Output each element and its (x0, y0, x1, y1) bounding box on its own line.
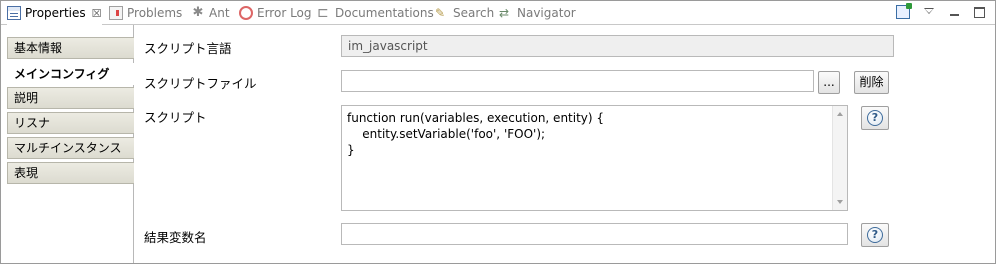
pin-icon[interactable] (896, 3, 912, 19)
tab-label: Documentations (335, 6, 434, 20)
minimize-icon[interactable] (948, 5, 962, 19)
nav-item-main-config[interactable]: メインコンフィグ (7, 63, 134, 85)
code-line: } (347, 143, 355, 157)
section-nav: 基本情報 メインコンフィグ 説明 リスナ マルチインスタンス 表現 (2, 25, 134, 263)
result-variable-input[interactable] (341, 223, 848, 245)
maximize-icon[interactable] (974, 7, 985, 18)
tab-properties[interactable]: Properties ☒ (7, 1, 102, 25)
help-icon: ? (867, 227, 883, 243)
code-line: function run(variables, execution, entit… (347, 111, 605, 125)
scroll-up-icon[interactable] (837, 112, 843, 116)
documentations-icon: ⊏ (317, 5, 329, 21)
browse-button[interactable]: ... (818, 71, 840, 94)
problems-icon (109, 6, 123, 20)
delete-button[interactable]: 削除 (854, 71, 889, 94)
tab-label: Search (453, 6, 495, 20)
view-toolbar (896, 3, 985, 19)
close-tab-icon[interactable]: ☒ (92, 7, 102, 20)
tab-label: Properties (25, 6, 86, 20)
navigator-icon: ⇄ (499, 6, 510, 20)
tab-label: Error Log (257, 6, 312, 20)
script-help-button[interactable]: ? (861, 106, 889, 130)
script-language-field: im_javascript (341, 35, 894, 57)
tab-documentations[interactable]: ⊏ Documentations (317, 1, 434, 25)
error-log-icon (239, 6, 253, 20)
tab-label: Navigator (517, 6, 576, 20)
script-code[interactable]: function run(variables, execution, entit… (347, 110, 832, 158)
properties-icon (7, 6, 21, 20)
ant-icon: ✱ (192, 5, 204, 20)
script-file-input[interactable] (341, 70, 814, 92)
script-file-label: スクリプトファイル (144, 76, 257, 91)
tab-ant[interactable]: ✱ Ant (191, 1, 230, 25)
search-icon: ✎ (435, 6, 446, 20)
tab-error-log[interactable]: Error Log (239, 1, 312, 25)
tab-problems[interactable]: Problems (109, 1, 182, 25)
view-menu-icon[interactable] (922, 5, 936, 19)
result-variable-label: 結果変数名 (144, 230, 207, 245)
script-language-label: スクリプト言語 (144, 41, 232, 56)
nav-item-description[interactable]: 説明 (7, 87, 134, 109)
script-label: スクリプト (144, 110, 207, 125)
nav-item-basic-info[interactable]: 基本情報 (7, 37, 134, 59)
nav-item-expression[interactable]: 表現 (7, 162, 134, 184)
result-variable-help-button[interactable]: ? (861, 223, 889, 247)
tab-navigator[interactable]: ⇄ Navigator (499, 1, 576, 25)
tab-search[interactable]: ✎ Search (435, 1, 494, 25)
help-icon: ? (867, 110, 883, 126)
code-line: entity.setVariable('foo', 'FOO'); (347, 127, 546, 141)
nav-item-multi-instance[interactable]: マルチインスタンス (7, 137, 134, 159)
tab-label: Ant (209, 6, 230, 20)
nav-item-listener[interactable]: リスナ (7, 112, 134, 134)
view-tab-bar: Properties ☒ Problems ✱ Ant Error Log ⊏ … (1, 1, 995, 25)
properties-view: Properties ☒ Problems ✱ Ant Error Log ⊏ … (0, 0, 996, 264)
scroll-down-icon[interactable] (837, 200, 843, 204)
vertical-scrollbar[interactable] (832, 106, 847, 210)
tab-label: Problems (127, 6, 183, 20)
script-editor[interactable]: function run(variables, execution, entit… (341, 105, 848, 211)
